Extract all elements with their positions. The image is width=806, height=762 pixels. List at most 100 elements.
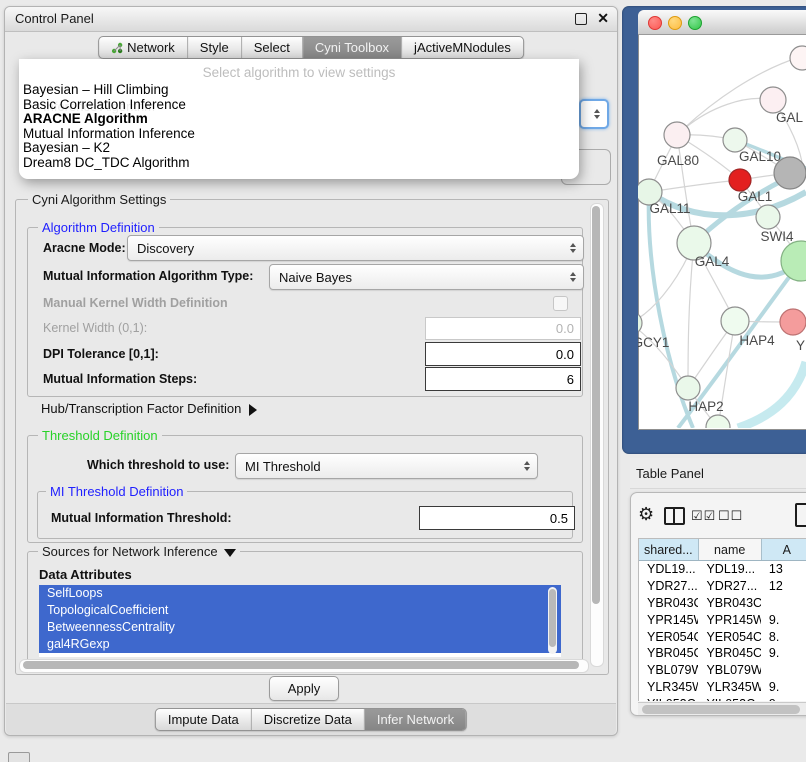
node-label-gal: GAL: [776, 110, 804, 125]
attribute-item-gal4rgexp[interactable]: gal4RGexp: [39, 636, 561, 653]
control-panel-window: Control Panel ✕ NetworkStyleSelectCyni T…: [4, 6, 618, 736]
table-row[interactable]: YIL052CYIL052C9: [639, 695, 806, 701]
apply-button[interactable]: Apply: [269, 676, 339, 701]
table-cell: 13: [761, 561, 806, 578]
mi-steps-value: 6: [567, 372, 574, 387]
network-node[interactable]: [721, 307, 749, 335]
table-row[interactable]: YER054CYER054C8.: [639, 628, 806, 645]
close-icon[interactable]: ✕: [597, 10, 609, 27]
network-canvas[interactable]: GALGAL80GAL10GAL1GAL11SWI4GAL4GCY1HAP4YH…: [638, 34, 806, 428]
gear-icon[interactable]: ⚙: [638, 504, 654, 525]
table-cell: YBR045C: [698, 645, 760, 662]
table-cell: YDR27...: [639, 578, 698, 595]
table-row[interactable]: YDL19...YDL19...13: [639, 561, 806, 578]
mi-threshold-label: Mutual Information Threshold:: [51, 511, 232, 525]
kernel-width-field[interactable]: 0.0: [425, 317, 581, 340]
float-window-icon[interactable]: [575, 13, 587, 25]
algorithm-option-dream8-dc-tdc-algorithm[interactable]: Dream8 DC_TDC Algorithm: [23, 156, 575, 171]
top-tabs: NetworkStyleSelectCyni ToolboxjActiveMNo…: [98, 36, 524, 59]
which-threshold-value: MI Threshold: [245, 459, 321, 474]
algorithm-option-mutual-information-inference[interactable]: Mutual Information Inference: [23, 127, 575, 142]
attribute-item-topologicalcoefficient[interactable]: TopologicalCoefficient: [39, 602, 561, 619]
network-node[interactable]: [790, 46, 806, 70]
table-row[interactable]: YBR043CYBR043C: [639, 595, 806, 612]
network-node[interactable]: [664, 122, 690, 148]
dpi-tolerance-field[interactable]: 0.0: [425, 342, 581, 366]
mi-threshold-field[interactable]: 0.5: [419, 506, 575, 530]
sources-group-title[interactable]: Sources for Network Inference: [38, 544, 240, 559]
network-node[interactable]: [780, 309, 806, 335]
settings-vertical-scrollbar[interactable]: [590, 203, 604, 667]
network-node[interactable]: [676, 376, 700, 400]
hub-definition-toggle[interactable]: Hub/Transcription Factor Definition: [41, 401, 257, 416]
table-cell: YIL052C: [698, 695, 760, 701]
close-traffic-light-icon[interactable]: [648, 16, 662, 30]
table-cell: 8.: [761, 628, 806, 645]
spinner-arrows-icon: [570, 243, 576, 253]
network-node[interactable]: [756, 205, 780, 229]
algorithm-option-bayesian-hill-climbing[interactable]: Bayesian – Hill Climbing: [23, 83, 575, 98]
table-panel-title: Table Panel: [636, 466, 704, 481]
tab-label: Impute Data: [168, 712, 239, 727]
table-row[interactable]: YPR145WYPR145W9.: [639, 611, 806, 628]
table-row[interactable]: YLR345WYLR345W9.: [639, 679, 806, 696]
bottom-tabs: Impute Data Discretize DataInfer Network: [155, 708, 467, 731]
minimize-traffic-light-icon[interactable]: [668, 16, 682, 30]
table-row[interactable]: YBL079WYBL079W: [639, 662, 806, 679]
algorithm-option-basic-correlation-inference[interactable]: Basic Correlation Inference: [23, 98, 575, 113]
column-header-name[interactable]: name: [699, 539, 762, 560]
threshold-definition-title: Threshold Definition: [38, 428, 162, 443]
corner-grip-icon[interactable]: [8, 752, 30, 762]
tab-discretize-data[interactable]: Discretize Data: [251, 709, 364, 730]
tab-network[interactable]: Network: [99, 37, 187, 58]
column-header-a[interactable]: A: [762, 539, 806, 560]
table-row[interactable]: YBR045CYBR045C9.: [639, 645, 806, 662]
algorithm-option-bayesian-k2[interactable]: Bayesian – K2: [23, 141, 575, 156]
kernel-width-value: 0.0: [556, 321, 574, 336]
aracne-mode-select[interactable]: Discovery: [127, 235, 584, 261]
attribute-item-betweennesscentrality[interactable]: BetweennessCentrality: [39, 619, 561, 636]
algorithm-option-aracne-algorithm[interactable]: ARACNE Algorithm: [23, 112, 575, 127]
zoom-traffic-light-icon[interactable]: [688, 16, 702, 30]
table-cell: YBR043C: [698, 595, 760, 612]
table-horizontal-scrollbar[interactable]: [638, 702, 806, 715]
page-icon[interactable]: [795, 503, 806, 527]
mi-steps-field[interactable]: 6: [425, 367, 581, 391]
sources-title-text: Sources for Network Inference: [42, 544, 218, 559]
tab-select[interactable]: Select: [241, 37, 302, 58]
node-label-hap4: HAP4: [739, 333, 775, 348]
network-window-titlebar[interactable]: [638, 10, 806, 35]
collapse-down-icon: [224, 549, 236, 557]
tab-style[interactable]: Style: [187, 37, 241, 58]
spinner-arrows-icon: [570, 272, 576, 282]
table-cell: YBL079W: [639, 662, 698, 679]
algorithm-definition-title: Algorithm Definition: [38, 220, 159, 235]
network-node[interactable]: [729, 169, 751, 191]
tab-impute-data[interactable]: Impute Data: [156, 709, 251, 730]
table-row[interactable]: YDR27...YDR27...12: [639, 578, 806, 595]
mi-type-select[interactable]: Naive Bayes: [269, 264, 584, 290]
data-attributes-list[interactable]: SelfLoopsTopologicalCoefficientBetweenne…: [39, 585, 561, 657]
table-cell: YDR27...: [698, 578, 760, 595]
node-table[interactable]: shared...nameA YDL19...YDL19...13YDR27..…: [638, 538, 806, 701]
network-node[interactable]: [781, 241, 806, 281]
tab-infer-network[interactable]: Infer Network: [364, 709, 466, 730]
table-cell: [761, 595, 806, 612]
column-header-shared[interactable]: shared...: [639, 539, 699, 560]
table-cell: 9.: [761, 679, 806, 696]
tab-jactivemnodules[interactable]: jActiveMNodules: [401, 37, 523, 58]
manual-kernel-checkbox[interactable]: [553, 296, 568, 311]
checked-boxes-icon[interactable]: ☑☑: [691, 508, 716, 524]
node-label-gal11: GAL11: [649, 201, 690, 216]
split-columns-icon[interactable]: [664, 507, 685, 525]
which-threshold-label: Which threshold to use:: [87, 458, 229, 472]
mi-type-value: Naive Bayes: [279, 270, 352, 285]
which-threshold-select[interactable]: MI Threshold: [235, 453, 538, 479]
tab-cyni-toolbox[interactable]: Cyni Toolbox: [302, 37, 401, 58]
attribute-item-selfloops[interactable]: SelfLoops: [39, 585, 561, 602]
unchecked-boxes-icon[interactable]: ☐☐: [718, 508, 743, 524]
cyni-settings-title: Cyni Algorithm Settings: [28, 192, 170, 207]
settings-horizontal-scrollbar[interactable]: [19, 659, 589, 673]
node-label-hap2: HAP2: [688, 399, 723, 414]
attributes-list-scrollbar[interactable]: [548, 587, 557, 654]
